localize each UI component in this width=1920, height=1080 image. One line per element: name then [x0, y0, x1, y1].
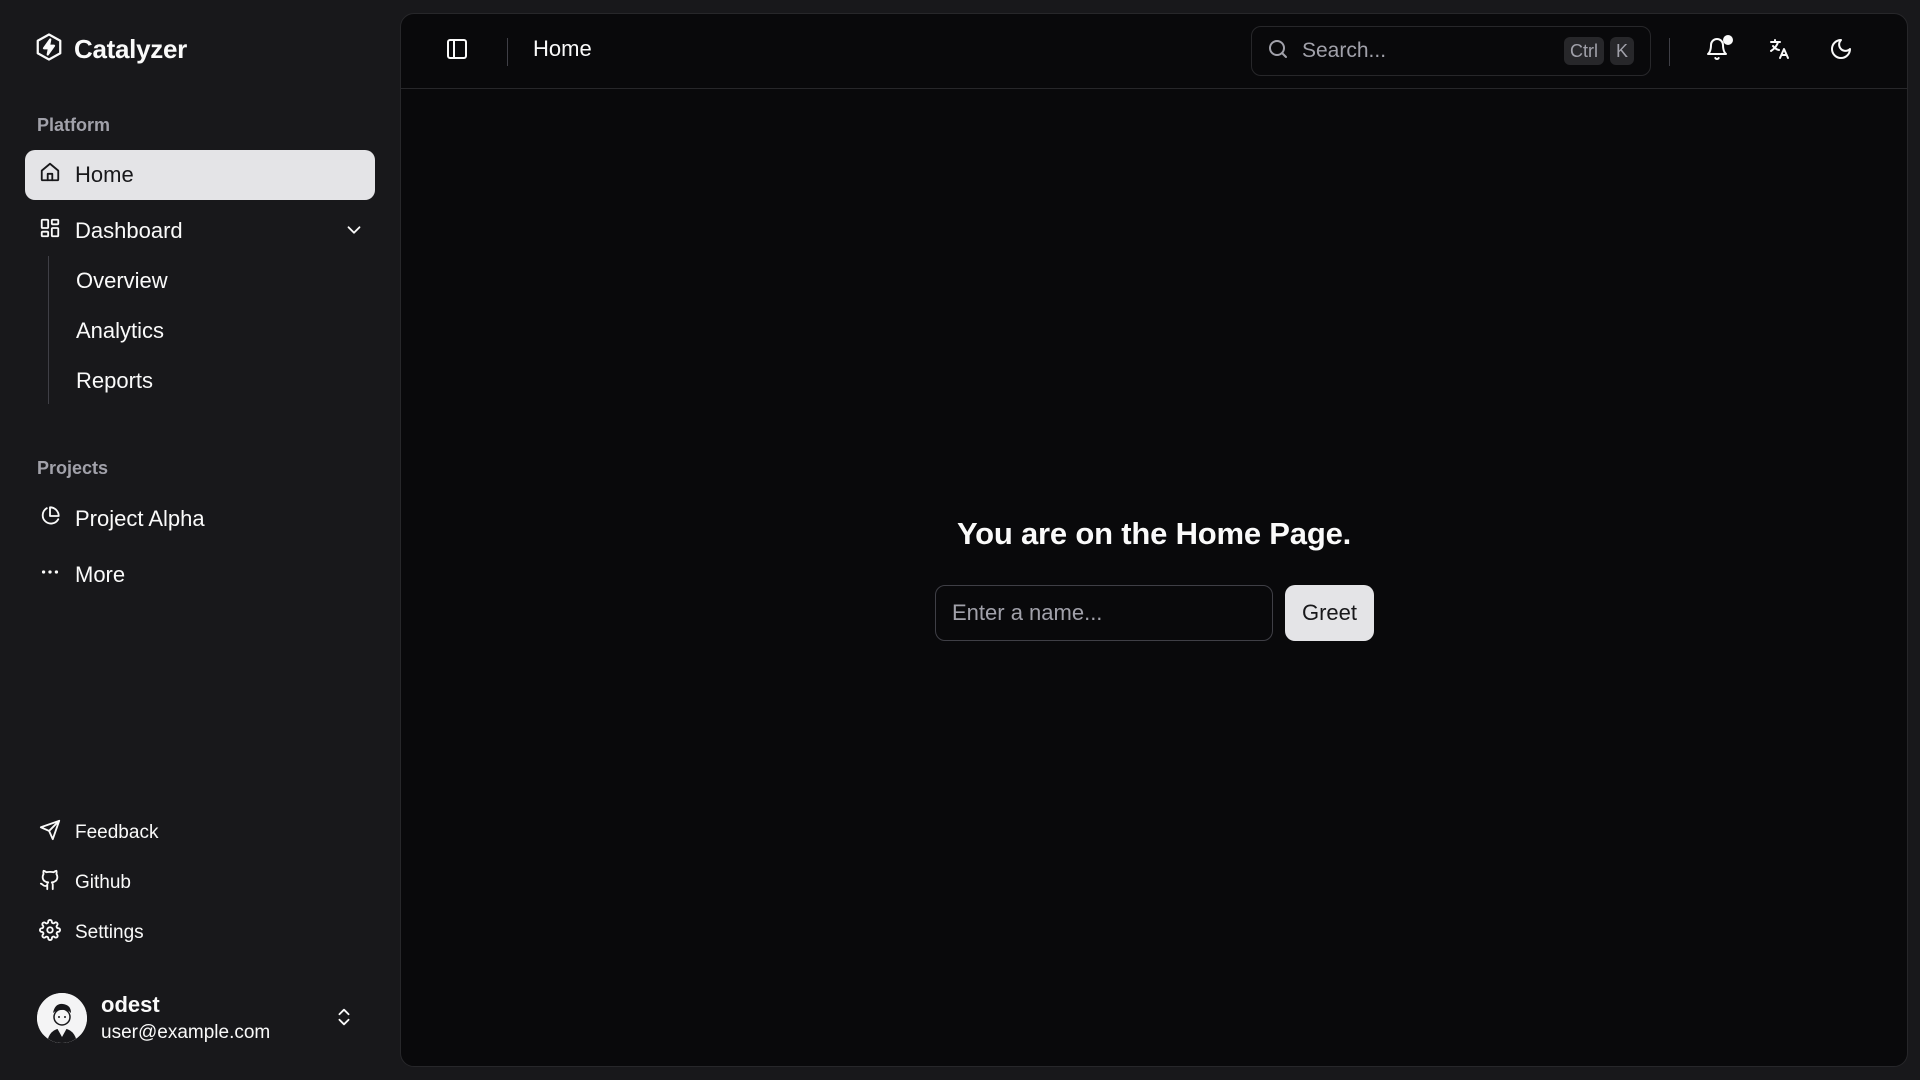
- sidebar-subitem-reports[interactable]: Reports: [62, 361, 153, 401]
- sidebar-item-label: Home: [75, 162, 134, 187]
- sidebar-item-github[interactable]: Github: [25, 863, 375, 903]
- sidebar-item-label: Project Alpha: [75, 506, 205, 531]
- sidebar-item-feedback[interactable]: Feedback: [25, 813, 375, 853]
- greet-button[interactable]: Greet: [1285, 585, 1374, 641]
- sidebar-item-project-alpha[interactable]: Project Alpha: [25, 494, 375, 544]
- topbar-divider: [507, 38, 508, 66]
- github-icon: [39, 869, 61, 897]
- user-info: odest user@example.com: [101, 992, 270, 1044]
- sidebar-item-dashboard[interactable]: Dashboard: [25, 206, 375, 256]
- submenu-guide-line: [48, 256, 49, 404]
- chevron-down-icon[interactable]: [343, 219, 365, 247]
- user-name: odest: [101, 992, 160, 1017]
- sidebar-item-more[interactable]: More: [25, 550, 375, 600]
- language-button[interactable]: [1759, 31, 1799, 71]
- sidebar-toggle-button[interactable]: [437, 31, 477, 71]
- search-placeholder: Search...: [1302, 39, 1387, 62]
- kbd-k: K: [1609, 37, 1634, 65]
- platform-group-label: Platform: [37, 115, 111, 135]
- ellipsis-icon: [39, 561, 61, 589]
- sidebar-subitem-overview[interactable]: Overview: [62, 261, 168, 301]
- translate-icon: [1767, 37, 1791, 66]
- name-input[interactable]: [935, 585, 1273, 641]
- search-input[interactable]: Search... Ctrl K: [1251, 26, 1651, 76]
- panel-left-icon: [445, 37, 469, 66]
- breadcrumb[interactable]: Home: [533, 36, 592, 62]
- app-root: Catalyzer Platform Home Dashboard Overvi…: [0, 0, 1920, 1080]
- page-title: You are on the Home Page.: [956, 516, 1352, 551]
- user-email: user@example.com: [101, 1022, 271, 1043]
- projects-group-label: Projects: [37, 458, 109, 478]
- topbar: Home Search... Ctrl K: [401, 14, 1907, 89]
- sidebar-item-label: Settings: [75, 922, 144, 943]
- sidebar: Catalyzer Platform Home Dashboard Overvi…: [0, 0, 400, 1080]
- sidebar-subitem-analytics[interactable]: Analytics: [62, 311, 164, 351]
- keyboard-shortcut: Ctrl K: [1563, 37, 1634, 65]
- chevrons-up-down-icon: [333, 1006, 355, 1033]
- sidebar-item-label: Github: [75, 872, 131, 893]
- moon-icon: [1829, 37, 1853, 66]
- sidebar-item-label: Dashboard: [75, 218, 183, 243]
- user-menu[interactable]: odest user@example.com: [25, 980, 375, 1056]
- notifications-button[interactable]: [1697, 31, 1737, 71]
- brand[interactable]: Catalyzer: [34, 32, 187, 66]
- sidebar-item-label: More: [75, 562, 126, 587]
- home-icon: [39, 161, 61, 189]
- topbar-divider: [1669, 38, 1670, 66]
- search-icon: [1266, 37, 1290, 66]
- kbd-ctrl: Ctrl: [1563, 37, 1604, 65]
- main-panel: Home Search... Ctrl K You are on the Hom…: [400, 13, 1908, 1067]
- notification-dot: [1723, 35, 1733, 45]
- brand-name: Catalyzer: [74, 33, 187, 64]
- send-icon: [39, 819, 61, 847]
- sidebar-item-home[interactable]: Home: [25, 150, 375, 200]
- pie-chart-icon: [39, 505, 61, 533]
- catalyzer-logo-icon: [34, 32, 64, 67]
- dashboard-icon: [39, 217, 61, 245]
- sidebar-item-settings[interactable]: Settings: [25, 913, 375, 953]
- sidebar-item-label: Feedback: [75, 822, 159, 843]
- avatar: [37, 993, 87, 1043]
- theme-toggle-button[interactable]: [1821, 31, 1861, 71]
- gear-icon: [39, 919, 61, 947]
